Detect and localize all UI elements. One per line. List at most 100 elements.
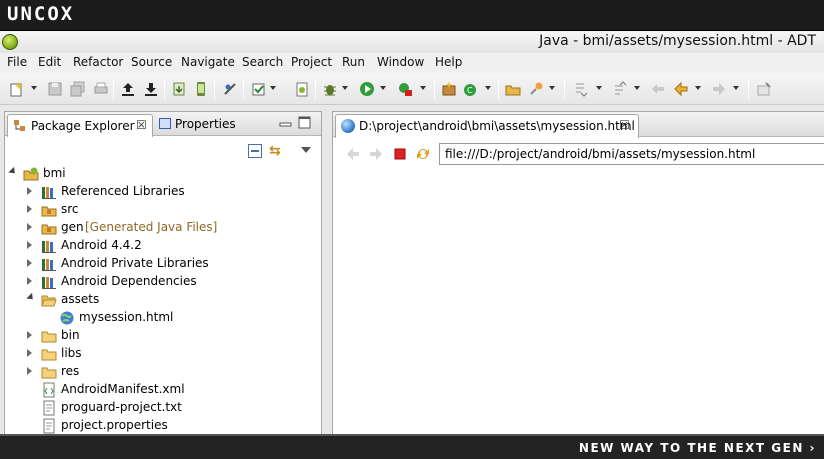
checkbox-tool-dropdown-icon[interactable] xyxy=(270,86,276,90)
source-folder-icon xyxy=(41,220,57,236)
debug-dropdown-icon[interactable] xyxy=(342,86,348,90)
tree-item[interactable]: proguard-project.txt xyxy=(5,399,321,417)
save-icon[interactable] xyxy=(47,81,63,97)
expand-twisty-icon[interactable] xyxy=(27,331,32,339)
tree-item[interactable]: mysession.html xyxy=(5,309,321,327)
back-icon[interactable] xyxy=(673,81,689,97)
tree-item[interactable]: libs xyxy=(5,345,321,363)
tree-item-label: Android 4.4.2 xyxy=(61,238,142,252)
app-icon xyxy=(2,34,18,50)
expand-twisty-icon[interactable] xyxy=(27,259,32,267)
toolbar-separator xyxy=(564,80,565,99)
url-input[interactable] xyxy=(439,143,824,165)
download-icon[interactable] xyxy=(143,81,159,97)
run-icon[interactable] xyxy=(359,81,375,97)
close-tab-icon[interactable]: ☒ xyxy=(136,118,147,132)
expand-twisty-icon[interactable] xyxy=(27,223,32,231)
expand-twisty-icon[interactable] xyxy=(27,367,32,375)
menu-run[interactable]: Run xyxy=(342,55,365,69)
menu-search[interactable]: Search xyxy=(242,55,283,69)
browser-refresh-icon[interactable] xyxy=(415,146,431,162)
close-tab-icon[interactable]: ☒ xyxy=(619,118,630,132)
menu-file[interactable]: File xyxy=(7,55,27,69)
minimize-icon[interactable] xyxy=(279,116,292,129)
menu-source[interactable]: Source xyxy=(131,55,172,69)
tree-item[interactable]: AndroidManifest.xml xyxy=(5,381,321,399)
tree-item[interactable]: Android Dependencies xyxy=(5,273,321,291)
toolbar-separator xyxy=(243,80,244,99)
new-java-class-icon[interactable]: C xyxy=(463,81,479,97)
print-icon[interactable] xyxy=(93,81,109,97)
editor-tab-mysession[interactable]: D:\project\android\bmi\assets\mysession.… xyxy=(335,114,639,138)
new-class-dropdown-icon[interactable] xyxy=(485,86,491,90)
upload-icon[interactable] xyxy=(120,81,136,97)
menu-navigate[interactable]: Navigate xyxy=(181,55,235,69)
android-file-icon[interactable] xyxy=(294,81,310,97)
tree-item[interactable]: project.properties xyxy=(5,417,321,435)
pin-editor-icon[interactable] xyxy=(756,81,772,97)
browser-forward-icon[interactable] xyxy=(368,146,384,162)
forward-dropdown-icon[interactable] xyxy=(733,86,739,90)
next-annotation-dropdown-icon[interactable] xyxy=(596,86,602,90)
browser-stop-icon[interactable] xyxy=(392,146,408,162)
tree-item[interactable]: Android Private Libraries xyxy=(5,255,321,273)
debug-icon[interactable] xyxy=(322,81,338,97)
tree-item[interactable]: gen [Generated Java Files] xyxy=(5,219,321,237)
maximize-icon[interactable] xyxy=(298,116,311,129)
sdk-manager-icon[interactable] xyxy=(171,81,187,97)
forward-icon[interactable] xyxy=(711,81,727,97)
collapse-twisty-icon[interactable] xyxy=(26,292,36,303)
last-edit-icon[interactable] xyxy=(650,81,666,97)
tree-item[interactable]: res xyxy=(5,363,321,381)
external-tools-dropdown-icon[interactable] xyxy=(420,86,426,90)
external-tools-icon[interactable] xyxy=(397,81,413,97)
debug-skip-icon[interactable] xyxy=(222,81,238,97)
save-all-icon[interactable] xyxy=(70,81,86,97)
expand-twisty-icon[interactable] xyxy=(27,277,32,285)
tree-item[interactable]: assets xyxy=(5,291,321,309)
menu-project[interactable]: Project xyxy=(291,55,332,69)
source-folder-icon xyxy=(41,202,57,218)
library-icon xyxy=(41,238,57,254)
menu-help[interactable]: Help xyxy=(435,55,462,69)
back-dropdown-icon[interactable] xyxy=(695,86,701,90)
search-tool-icon[interactable] xyxy=(528,81,544,97)
run-dropdown-icon[interactable] xyxy=(380,86,386,90)
editor-area: D:\project\android\bmi\assets\mysession.… xyxy=(332,111,824,441)
view-menu-icon[interactable] xyxy=(301,147,311,153)
new-dropdown-icon[interactable] xyxy=(31,86,37,90)
collapse-twisty-icon[interactable] xyxy=(8,166,18,177)
prev-annotation-icon[interactable] xyxy=(611,81,627,97)
tree-item[interactable]: bin xyxy=(5,327,321,345)
top-banner: UNCOX xyxy=(0,0,824,31)
menu-window[interactable]: Window xyxy=(377,55,424,69)
avd-manager-icon[interactable] xyxy=(193,81,209,97)
folder-icon xyxy=(41,346,57,362)
new-icon[interactable] xyxy=(8,81,24,97)
tab-label: Properties xyxy=(175,117,236,131)
tree-item[interactable]: bmi xyxy=(5,165,321,183)
checkbox-tool-icon[interactable] xyxy=(251,81,267,97)
search-dropdown-icon[interactable] xyxy=(549,86,555,90)
expand-twisty-icon[interactable] xyxy=(27,187,32,195)
next-annotation-icon[interactable] xyxy=(572,81,588,97)
menu-refactor[interactable]: Refactor xyxy=(73,55,123,69)
menu-edit[interactable]: Edit xyxy=(38,55,61,69)
expand-twisty-icon[interactable] xyxy=(27,205,32,213)
tree-item[interactable]: Android 4.4.2 xyxy=(5,237,321,255)
folder-icon xyxy=(41,328,57,344)
tree-item[interactable]: src xyxy=(5,201,321,219)
new-java-package-icon[interactable] xyxy=(441,81,457,97)
tab-package-explorer[interactable]: Package Explorer ☒ xyxy=(7,114,153,137)
tab-properties[interactable]: Properties xyxy=(157,116,257,134)
prev-annotation-dropdown-icon[interactable] xyxy=(634,86,640,90)
browser-back-icon[interactable] xyxy=(345,146,361,162)
collapse-all-icon[interactable] xyxy=(248,144,262,158)
expand-twisty-icon[interactable] xyxy=(27,241,32,249)
open-type-icon[interactable] xyxy=(505,81,521,97)
expand-twisty-icon[interactable] xyxy=(27,349,32,357)
tree-item[interactable]: Referenced Libraries xyxy=(5,183,321,201)
globe-icon xyxy=(341,119,355,133)
link-with-editor-icon[interactable]: ⇆ xyxy=(269,143,281,159)
text-file-icon xyxy=(41,400,57,416)
